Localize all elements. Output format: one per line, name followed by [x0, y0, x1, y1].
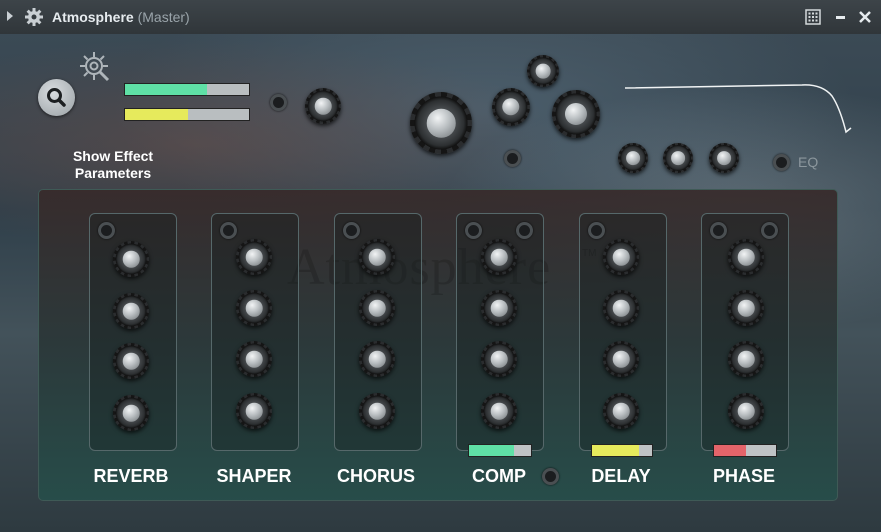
meter-toggle-led[interactable]	[270, 94, 287, 111]
meter-bottom	[124, 108, 250, 121]
phase-knob-2[interactable]	[728, 290, 764, 326]
chorus-knob-3[interactable]	[359, 341, 395, 377]
comp-sidechain-led[interactable]	[542, 468, 559, 485]
delay-knob-1[interactable]	[603, 239, 639, 275]
delay-level-bar	[591, 444, 653, 457]
collapse-arrow-icon[interactable]	[7, 11, 13, 21]
show-effect-parameters-button[interactable]: Show Effect Parameters	[58, 148, 168, 182]
meter-top	[124, 83, 250, 96]
close-icon[interactable]	[857, 9, 873, 25]
gain-knob[interactable]	[305, 88, 341, 124]
shaper-enable-led[interactable]	[220, 222, 237, 239]
title-bar: Atmosphere (Master)	[0, 0, 881, 35]
delay-knob-2[interactable]	[603, 290, 639, 326]
shaper-knob-4[interactable]	[236, 393, 272, 429]
delay-knob-3[interactable]	[603, 341, 639, 377]
chorus-knob-4[interactable]	[359, 393, 395, 429]
phase-label: PHASE	[712, 466, 775, 486]
shaper-knob-1[interactable]	[236, 239, 272, 275]
reverb-knob-4[interactable]	[113, 395, 149, 431]
settings-gear-icon[interactable]	[78, 50, 110, 82]
plugin-settings-icon[interactable]	[25, 8, 43, 26]
shaper-label: SHAPER	[216, 466, 292, 486]
eq-mid-knob[interactable]	[663, 143, 693, 173]
comp-level-fill	[469, 445, 514, 456]
eq-low-knob[interactable]	[618, 143, 648, 173]
reverb-knob-3[interactable]	[113, 343, 149, 379]
search-icon	[47, 88, 66, 107]
eq-toggle-led[interactable]	[773, 154, 790, 171]
window-title: Atmosphere (Master)	[52, 9, 190, 25]
delay-level-fill	[592, 445, 639, 456]
comp-knob-1[interactable]	[481, 239, 517, 275]
shaper-knob-2[interactable]	[236, 290, 272, 326]
comp-label: COMP	[472, 466, 526, 486]
phase-knob-1[interactable]	[728, 239, 764, 275]
master-knob-left[interactable]	[492, 88, 530, 126]
eq-high-knob[interactable]	[709, 143, 739, 173]
master-mix-knob[interactable]	[410, 92, 472, 154]
meter-top-fill	[125, 84, 207, 95]
delay-label: DELAY	[591, 466, 651, 486]
presets-grid-icon[interactable]	[805, 9, 821, 25]
phase-level-bar	[713, 444, 777, 457]
comp-option-led[interactable]	[516, 222, 533, 239]
chorus-knob-1[interactable]	[359, 239, 395, 275]
reverb-label: REVERB	[93, 466, 169, 486]
eq-response-curve	[624, 84, 852, 134]
shaper-knob-3[interactable]	[236, 341, 272, 377]
delay-enable-led[interactable]	[588, 222, 605, 239]
window-title-text: Atmosphere	[52, 9, 134, 25]
minimize-icon[interactable]	[833, 9, 849, 25]
phase-enable-led[interactable]	[710, 222, 727, 239]
reverb-knob-1[interactable]	[113, 241, 149, 277]
comp-enable-led[interactable]	[465, 222, 482, 239]
phase-knob-4[interactable]	[728, 393, 764, 429]
phase-option-led[interactable]	[761, 222, 778, 239]
delay-knob-4[interactable]	[603, 393, 639, 429]
chorus-label: CHORUS	[336, 466, 415, 486]
eq-label: EQ	[798, 154, 819, 170]
chorus-knob-2[interactable]	[359, 290, 395, 326]
master-knob-top[interactable]	[527, 55, 559, 87]
master-knob-right[interactable]	[552, 90, 600, 138]
phase-knob-3[interactable]	[728, 341, 764, 377]
master-toggle-led[interactable]	[504, 150, 521, 167]
comp-level-bar	[468, 444, 532, 457]
meter-bottom-fill	[125, 109, 189, 120]
chorus-enable-led[interactable]	[343, 222, 360, 239]
reverb-enable-led[interactable]	[98, 222, 115, 239]
comp-knob-2[interactable]	[481, 290, 517, 326]
comp-knob-3[interactable]	[481, 341, 517, 377]
phase-level-fill	[714, 445, 747, 456]
window-subtitle: (Master)	[137, 9, 190, 25]
comp-knob-4[interactable]	[481, 393, 517, 429]
search-button[interactable]	[38, 79, 75, 116]
reverb-knob-2[interactable]	[113, 293, 149, 329]
